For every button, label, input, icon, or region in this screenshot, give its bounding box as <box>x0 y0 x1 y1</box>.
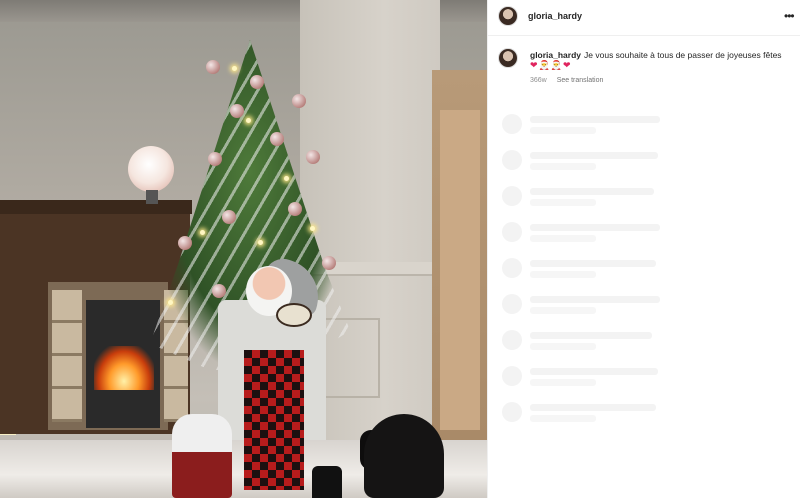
skeleton-avatar <box>502 402 522 422</box>
skeleton-row <box>500 182 790 218</box>
skeleton-avatar <box>502 258 522 278</box>
skeleton-line <box>530 271 596 278</box>
skeleton-row <box>500 110 790 146</box>
ornament <box>322 256 336 270</box>
tree-light <box>310 226 315 231</box>
skeleton-avatar <box>502 330 522 350</box>
ornament <box>292 94 306 108</box>
skeleton-line <box>530 116 660 123</box>
lamp-base <box>146 190 158 204</box>
ornament <box>288 202 302 216</box>
skeleton-avatar <box>502 366 522 386</box>
skeleton-line <box>530 343 596 350</box>
skeleton-avatar <box>502 294 522 314</box>
skeleton-line <box>530 332 652 339</box>
post-photo[interactable] <box>0 0 487 498</box>
caption-username[interactable]: gloria_hardy <box>530 50 581 60</box>
skeleton-line <box>530 188 654 195</box>
user-avatar[interactable] <box>498 6 518 26</box>
post-header: gloria_hardy ••• <box>488 0 800 36</box>
more-options-icon[interactable]: ••• <box>784 9 795 23</box>
ornament <box>206 60 220 74</box>
skeleton-line <box>530 163 596 170</box>
welcome-sign <box>276 303 312 327</box>
skeleton-line <box>530 307 596 314</box>
ornament <box>306 150 320 164</box>
black-dog <box>364 414 444 498</box>
skeleton-line <box>530 368 658 375</box>
lantern <box>312 466 342 498</box>
tree-light <box>168 300 173 305</box>
ornament <box>222 210 236 224</box>
skeleton-line <box>530 224 660 231</box>
ornament <box>230 104 244 118</box>
ornament <box>212 284 226 298</box>
door <box>440 110 480 430</box>
skeleton-line <box>530 296 660 303</box>
ornament <box>208 152 222 166</box>
caption-meta: 366w See translation <box>530 77 611 84</box>
skeleton-row <box>500 218 790 254</box>
skeleton-line <box>530 235 596 242</box>
tree-light <box>284 176 289 181</box>
skeleton-row <box>500 290 790 326</box>
globe-lamp <box>128 146 174 192</box>
caption-emojis: ❤🎅🎅❤ <box>530 60 572 70</box>
post-sidebar: gloria_hardy ••• gloria_hardy Je vous sou… <box>487 0 800 498</box>
ornament <box>178 236 192 250</box>
skeleton-avatar <box>502 186 522 206</box>
skeleton-line <box>530 260 656 267</box>
tree-light <box>200 230 205 235</box>
tree-light <box>258 240 263 245</box>
ornament <box>270 132 284 146</box>
fire <box>94 346 154 390</box>
fireplace-mantel <box>0 200 192 214</box>
skeleton-line <box>530 415 596 422</box>
skeleton-row <box>500 254 790 290</box>
skeleton-line <box>530 152 658 159</box>
caption-body: Je vous souhaite à tous de passer de joy… <box>584 50 782 60</box>
caption-avatar[interactable] <box>498 48 518 68</box>
skeleton-line <box>530 379 596 386</box>
skeleton-line <box>530 404 656 411</box>
fireplace-tiles-left <box>52 290 82 422</box>
post-timestamp[interactable]: 366w <box>530 77 547 84</box>
comments-loading-skeleton <box>500 110 790 434</box>
skeleton-row <box>500 326 790 362</box>
skeleton-row <box>500 362 790 398</box>
caption: gloria_hardy Je vous souhaite à tous de p… <box>488 44 800 88</box>
skeleton-avatar <box>502 114 522 134</box>
ornament <box>250 75 264 89</box>
skeleton-row <box>500 146 790 182</box>
skeleton-row <box>500 398 790 434</box>
small-santa-figure <box>172 414 232 498</box>
skeleton-line <box>530 199 596 206</box>
tree-light <box>232 66 237 71</box>
post-username[interactable]: gloria_hardy <box>528 11 582 21</box>
tree-light <box>246 118 251 123</box>
skeleton-line <box>530 127 596 134</box>
skeleton-avatar <box>502 150 522 170</box>
see-translation-link[interactable]: See translation <box>557 77 604 84</box>
skeleton-avatar <box>502 222 522 242</box>
santa-pants <box>244 350 304 490</box>
